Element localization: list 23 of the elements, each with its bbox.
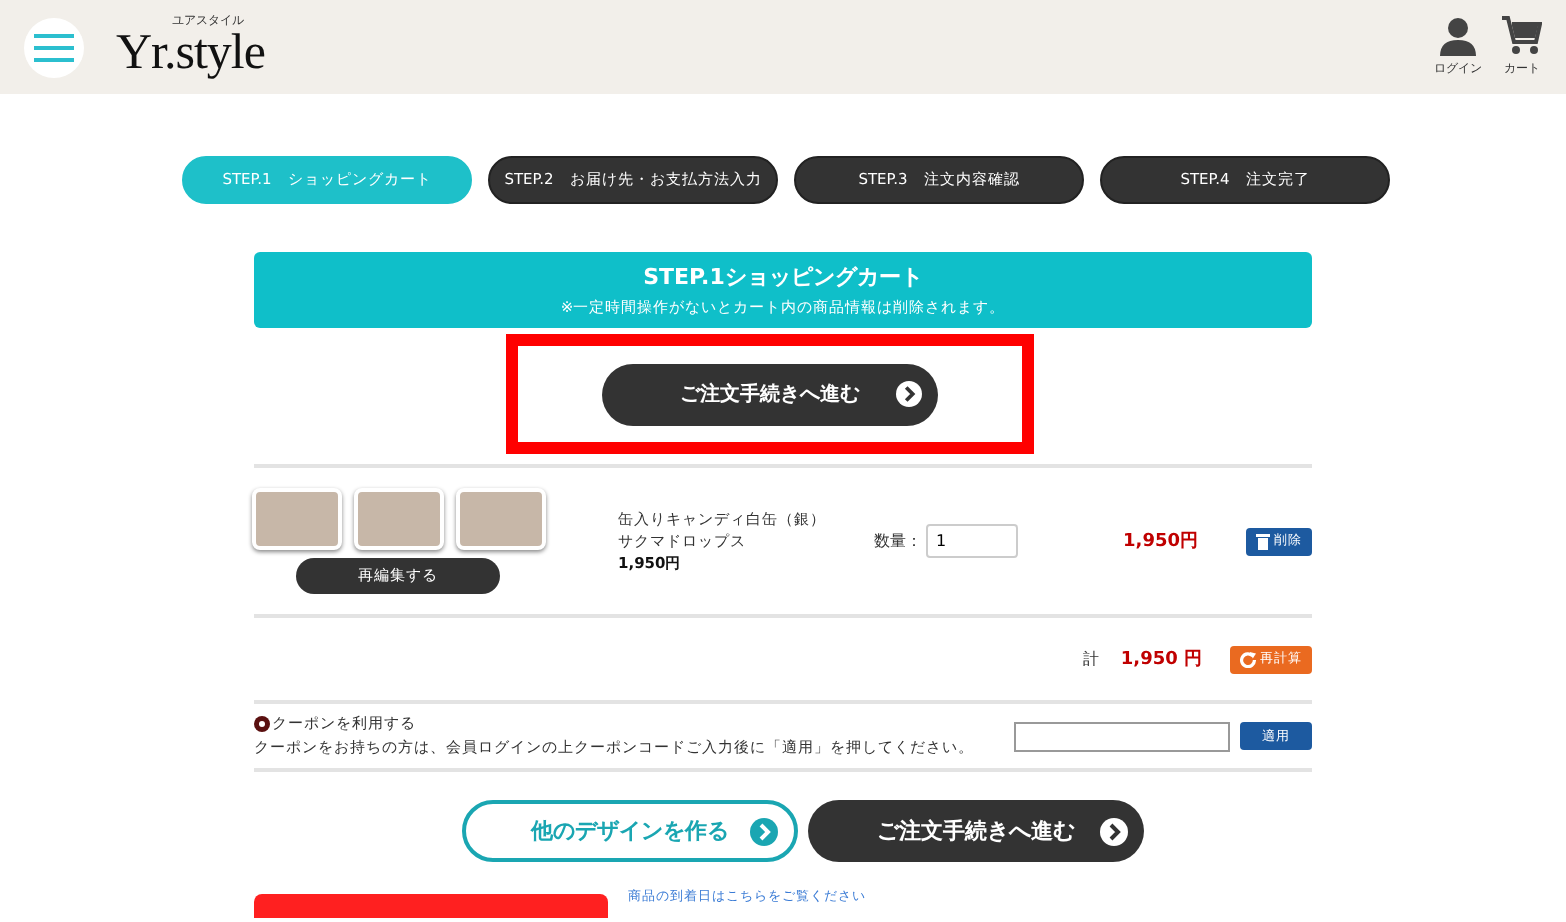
quantity-field[interactable]: 1 [926,524,1018,558]
banner-title: STEP.1ショッピングカート [641,262,925,292]
item-price: 1,950円 [1123,529,1198,554]
menu-icon [34,31,74,63]
chevron-icon [1100,817,1128,845]
photo-placeholder [353,488,443,550]
total-value: 1,950 円 [1120,647,1202,672]
photo-placeholder [455,488,545,550]
trash-icon [1256,533,1270,549]
cart-icon [1502,16,1542,56]
user-icon [1438,16,1478,56]
refresh-icon [1240,651,1256,667]
bullet-icon [254,716,270,732]
photo-placeholder [251,488,341,550]
proceed-button[interactable]: ご注文手続きへ進む [602,363,938,425]
chevron-icon [750,817,778,845]
logo[interactable]: Yr.style [116,28,265,78]
menu-button[interactable] [24,17,84,77]
total-label: 計 [1082,648,1099,670]
proceed-button[interactable]: ご注文手続きへ進む [808,800,1144,862]
quantity-label: 数量： [874,530,922,552]
chevron-icon [896,381,922,407]
coupon-field[interactable] [1014,721,1230,751]
